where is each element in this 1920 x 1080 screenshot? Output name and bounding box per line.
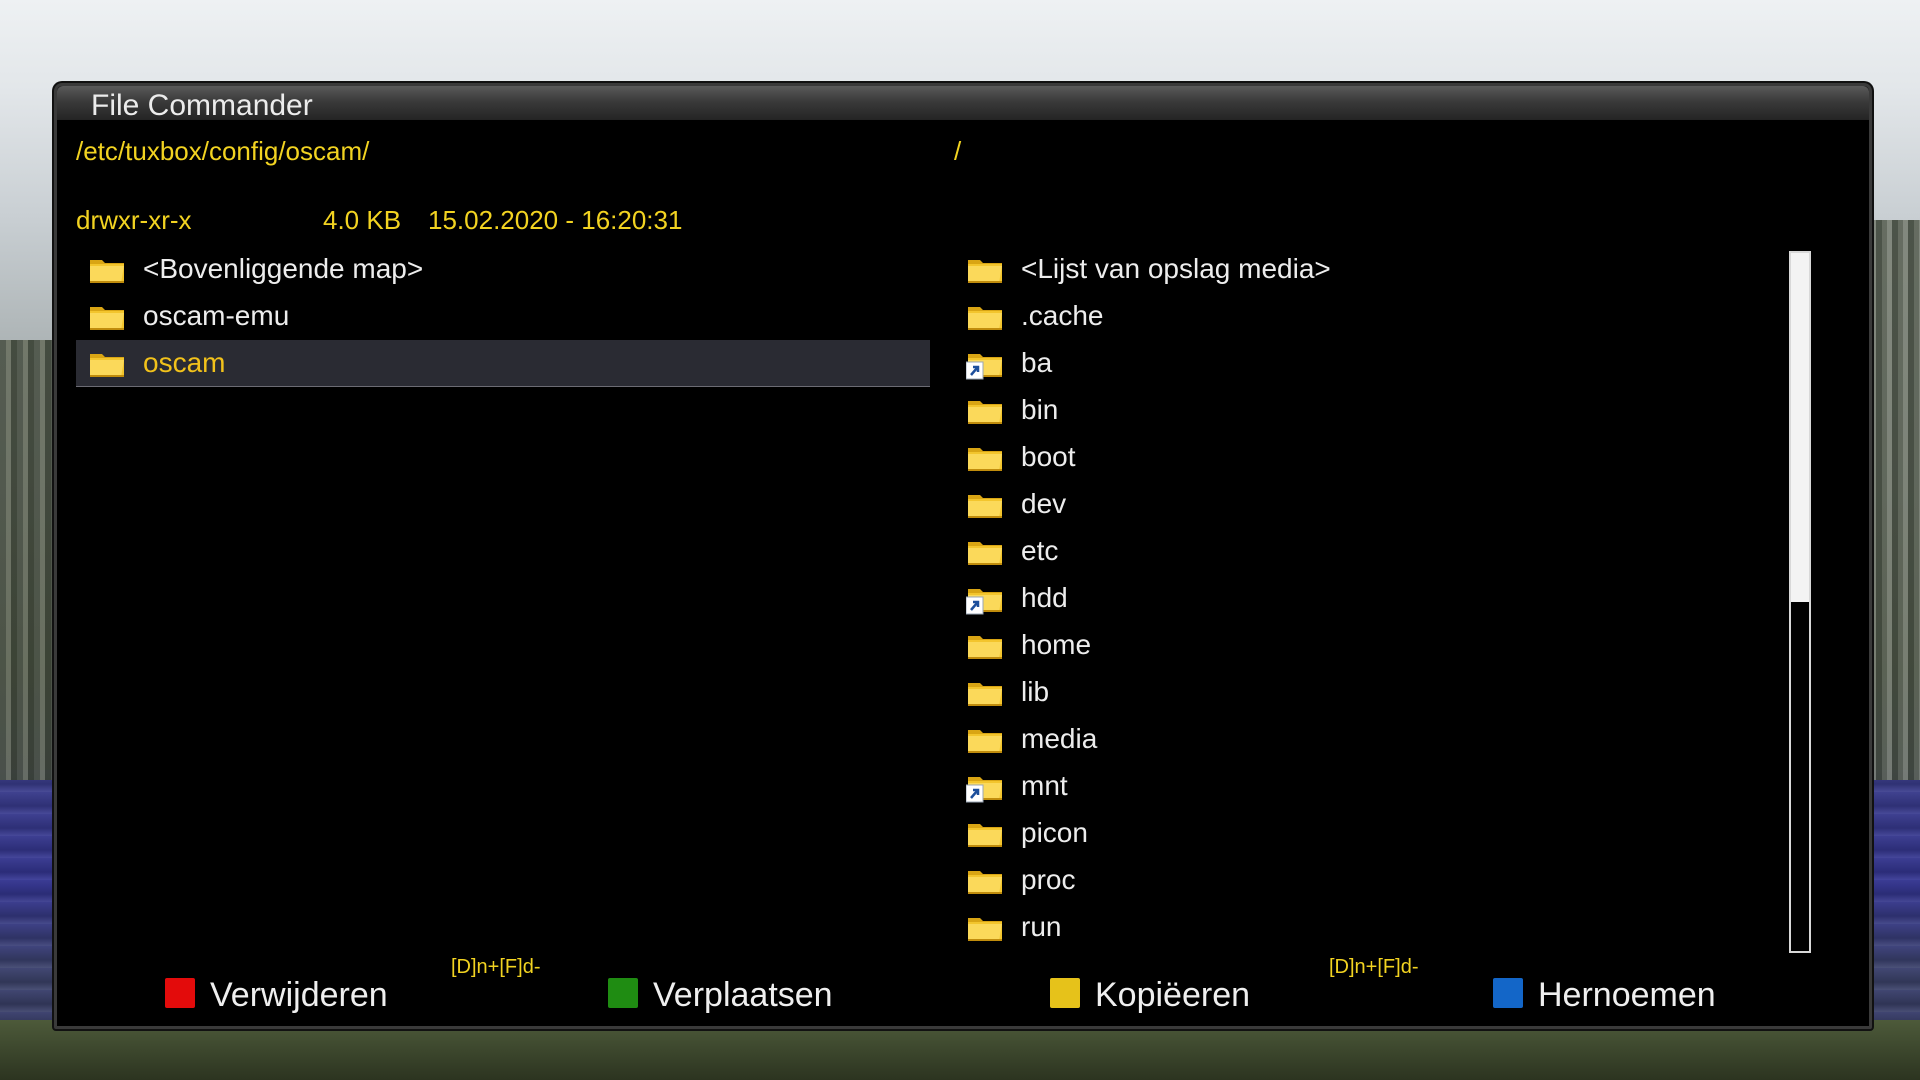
list-item-label: oscam-emu [143, 300, 290, 331]
blue-key-icon [1493, 978, 1523, 1008]
list-item-label: <Lijst van opslag media> [1021, 253, 1331, 284]
left-sort-hint: [D]n+[F]d- [451, 956, 541, 978]
folder-icon [966, 912, 1006, 944]
list-item-label: mnt [1021, 770, 1068, 801]
list-item-label: proc [1021, 864, 1076, 895]
list-item-label: hdd [1021, 582, 1068, 613]
red-key-icon [165, 978, 195, 1008]
list-item-label: boot [1021, 441, 1076, 472]
list-item-label: <Bovenliggende map> [143, 253, 424, 284]
list-item[interactable]: <Lijst van opslag media> [954, 246, 1808, 292]
green-key-icon [608, 978, 638, 1008]
yellow-key-icon [1050, 978, 1080, 1008]
folder-icon [966, 442, 1006, 474]
list-item[interactable]: proc [954, 857, 1808, 903]
folder-link-icon [965, 348, 1006, 380]
list-item[interactable]: .cache [954, 293, 1808, 339]
delete-button-label: Verwijderen [210, 976, 388, 1014]
list-item-label: dev [1021, 488, 1067, 519]
left-panel-path: /etc/tuxbox/config/oscam/ [76, 136, 370, 166]
list-item-label: media [1021, 723, 1098, 754]
list-item-label: home [1021, 629, 1092, 660]
list-item[interactable]: picon [954, 810, 1808, 856]
folder-icon [966, 395, 1006, 427]
list-item[interactable]: mnt [954, 763, 1808, 809]
list-item[interactable]: boot [954, 434, 1808, 480]
list-item[interactable]: run [954, 904, 1808, 950]
folder-icon [966, 724, 1006, 756]
background-grass [0, 1020, 1920, 1080]
title-bar: File Commander [57, 86, 1869, 122]
left-panel-size: 4.0 KB [323, 205, 402, 235]
list-item-selected[interactable]: oscam [76, 340, 930, 387]
folder-icon [88, 348, 128, 380]
list-item[interactable]: media [954, 716, 1808, 762]
list-item[interactable]: home [954, 622, 1808, 668]
list-item[interactable]: ba [954, 340, 1808, 386]
right-sort-hint: [D]n+[F]d- [1329, 956, 1419, 978]
move-button-label: Verplaatsen [653, 976, 833, 1014]
list-item[interactable]: oscam-emu [76, 293, 930, 339]
scrollbar-thumb[interactable] [1791, 253, 1809, 602]
list-item-label: picon [1021, 817, 1088, 848]
left-panel-datetime: 15.02.2020 - 16:20:31 [428, 205, 683, 235]
list-item[interactable]: etc [954, 528, 1808, 574]
list-item[interactable]: bin [954, 387, 1808, 433]
right-panel-path: / [954, 136, 962, 166]
list-item-label: ba [1021, 347, 1053, 378]
list-item-label: bin [1021, 394, 1059, 425]
folder-icon [966, 865, 1006, 897]
folder-icon [966, 818, 1006, 850]
folder-icon [966, 630, 1006, 662]
copy-button-label: Kopiëeren [1095, 976, 1251, 1014]
list-item-label: .cache [1021, 300, 1104, 331]
background-trees-right [1866, 220, 1920, 780]
right-scrollbar[interactable] [1789, 251, 1811, 953]
folder-icon [966, 489, 1006, 521]
list-item-label: etc [1021, 535, 1059, 566]
folder-link-icon [965, 583, 1006, 615]
left-panel-permissions: drwxr-xr-x [76, 205, 192, 235]
folder-icon [88, 301, 128, 333]
list-item[interactable]: dev [954, 481, 1808, 527]
window-title: File Commander [91, 89, 313, 122]
list-item[interactable]: lib [954, 669, 1808, 715]
folder-icon [966, 536, 1006, 568]
folder-link-icon [965, 771, 1006, 803]
rename-button-label: Hernoemen [1538, 976, 1716, 1014]
background-trees-left [0, 340, 60, 780]
folder-icon [966, 254, 1006, 286]
list-item-label: oscam [143, 347, 226, 378]
list-item-label: lib [1021, 676, 1050, 707]
list-item[interactable]: <Bovenliggende map> [76, 246, 930, 292]
folder-icon [966, 677, 1006, 709]
folder-icon [966, 301, 1006, 333]
file-commander-window: File Commander /etc/tuxbox/config/oscam/… [54, 83, 1872, 1029]
list-item[interactable]: hdd [954, 575, 1808, 621]
list-item-label: run [1021, 911, 1062, 942]
folder-icon [88, 254, 128, 286]
